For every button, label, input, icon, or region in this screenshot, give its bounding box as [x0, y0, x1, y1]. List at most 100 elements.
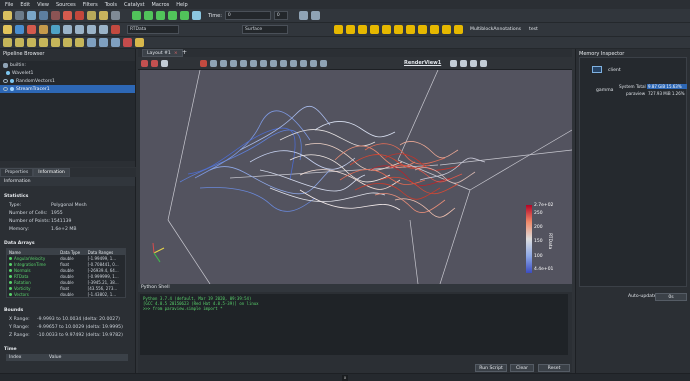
screenshot-icon[interactable] [141, 59, 148, 67]
axis-minus-y-icon[interactable] [99, 25, 108, 34]
active-array-select[interactable]: RTData [127, 25, 179, 34]
extract-subset-icon[interactable] [394, 25, 403, 34]
tab-layout-1[interactable]: Layout #1 × [142, 49, 183, 57]
macro-test[interactable]: test [529, 27, 538, 32]
first-frame-icon[interactable] [132, 11, 141, 20]
menu-file[interactable]: File [5, 2, 13, 8]
camera-undo-icon[interactable] [87, 11, 96, 20]
table-row[interactable]: Normals double [-26939.4, 64... [7, 267, 125, 273]
previous-frame-icon[interactable] [144, 11, 153, 20]
python-shell-icon[interactable] [3, 38, 12, 47]
table-row[interactable]: Vectors double [-1.43802, 1... [7, 291, 125, 297]
center-axes-icon[interactable] [99, 38, 108, 47]
render-view[interactable]: 2.7e+02 250 200 150 100 4.4e+01 RTData [140, 70, 572, 284]
new-tab-icon[interactable]: + [182, 49, 187, 56]
menu-sources[interactable]: Sources [56, 2, 76, 8]
select-frustum-icon[interactable] [63, 38, 72, 47]
warp-icon[interactable] [430, 25, 439, 34]
table-row[interactable]: IntegrationTime float [-0.708441, 0... [7, 261, 125, 267]
render-canvas[interactable] [140, 70, 572, 284]
select-block-icon[interactable] [75, 38, 84, 47]
hover-points-icon[interactable] [280, 59, 287, 67]
close-icon[interactable]: × [174, 51, 178, 56]
table-row[interactable]: Rotation double [-3945.21, 38... [7, 279, 125, 285]
play-icon[interactable] [156, 11, 165, 20]
axis-plus-x-icon[interactable] [63, 25, 72, 34]
camera-icon[interactable] [161, 59, 168, 67]
reset-center-icon[interactable] [123, 38, 132, 47]
python-console[interactable]: Python 3.7.4 (default, Mar 19 2020, 09:3… [140, 294, 568, 355]
undo-icon[interactable] [63, 11, 72, 20]
clip-icon[interactable] [358, 25, 367, 34]
grow-selection-icon[interactable] [290, 59, 297, 67]
zoom-to-data-icon[interactable] [298, 11, 308, 20]
calculator-icon[interactable] [334, 25, 343, 34]
close-view-icon[interactable] [480, 59, 488, 67]
stream-tracer-icon[interactable] [418, 25, 427, 34]
connect-icon[interactable] [39, 11, 48, 20]
help-icon[interactable] [111, 11, 120, 20]
color-legend[interactable]: 2.7e+02 250 200 150 100 4.4e+01 RTData [524, 203, 572, 275]
reset-camera-icon[interactable] [51, 25, 60, 34]
select-points-icon[interactable] [51, 38, 60, 47]
select-frustum-points-icon[interactable] [250, 59, 257, 67]
menu-edit[interactable]: Edit [20, 2, 30, 8]
pipeline-item-builtin[interactable]: builtin: [0, 61, 135, 69]
menu-filters[interactable]: Filters [83, 2, 98, 8]
time-value-field[interactable]: 0 [224, 11, 271, 20]
menu-catalyst[interactable]: Catalyst [124, 2, 145, 8]
time-index-field[interactable]: 0 [273, 11, 288, 20]
disconnect-icon[interactable] [51, 11, 60, 20]
macro-add-icon[interactable] [27, 38, 36, 47]
tab-properties[interactable]: Properties [0, 168, 34, 177]
menu-tools[interactable]: Tools [105, 2, 117, 8]
save-data-icon[interactable] [15, 11, 24, 20]
select-frustum-cells-icon[interactable] [240, 59, 247, 67]
run-script-button[interactable]: Run Script [475, 364, 507, 372]
menu-view[interactable]: View [37, 2, 49, 8]
split-vertical-icon[interactable] [460, 59, 468, 67]
edit-colormap-icon[interactable] [15, 25, 24, 34]
rescale-icon[interactable] [27, 25, 36, 34]
split-horizontal-icon[interactable] [450, 59, 458, 67]
loop-icon[interactable] [192, 11, 201, 20]
clear-selection-icon[interactable] [310, 59, 317, 67]
axis-plus-y-icon[interactable] [87, 25, 96, 34]
glyph-icon[interactable] [406, 25, 415, 34]
next-frame-icon[interactable] [168, 11, 177, 20]
select-cells-icon[interactable] [39, 38, 48, 47]
threshold-icon[interactable] [382, 25, 391, 34]
reset-view-icon[interactable] [210, 59, 217, 67]
select-surface-points-icon[interactable] [230, 59, 237, 67]
solid-color-icon[interactable] [111, 25, 120, 34]
menu-macros[interactable]: Macros [152, 2, 170, 8]
save-state-icon[interactable] [27, 11, 36, 20]
table-row[interactable]: RTData double [-0.999999, 1... [7, 273, 125, 279]
orientation-axes-icon[interactable] [87, 38, 96, 47]
toggle-3d-icon[interactable] [200, 59, 207, 67]
visibility-eye-icon[interactable] [3, 87, 8, 91]
group-icon[interactable] [442, 25, 451, 34]
extract-level-icon[interactable] [454, 25, 463, 34]
interactive-select-icon[interactable] [270, 59, 277, 67]
camera-redo-icon[interactable] [99, 11, 108, 20]
update-interval-spinner[interactable]: 0s [655, 293, 687, 301]
select-polygon-icon[interactable] [260, 59, 267, 67]
open-file-icon[interactable] [3, 11, 12, 20]
clear-button[interactable]: Clear [510, 364, 534, 372]
axis-minus-x-icon[interactable] [75, 25, 84, 34]
shrink-selection-icon[interactable] [300, 59, 307, 67]
reset-button[interactable]: Reset [538, 364, 570, 372]
last-frame-icon[interactable] [180, 11, 189, 20]
find-data-icon[interactable] [320, 59, 327, 67]
record-icon[interactable] [151, 59, 158, 67]
maximize-icon[interactable] [470, 59, 478, 67]
table-row[interactable]: Vorticity float [43.556, 273... [7, 285, 125, 291]
zoom-closest-icon[interactable] [310, 11, 320, 20]
redo-icon[interactable] [75, 11, 84, 20]
visibility-eye-icon[interactable] [3, 79, 8, 83]
scroll-handle[interactable]: x [342, 375, 348, 381]
slice-icon[interactable] [370, 25, 379, 34]
trace-icon[interactable] [15, 38, 24, 47]
select-surface-cells-icon[interactable] [220, 59, 227, 67]
